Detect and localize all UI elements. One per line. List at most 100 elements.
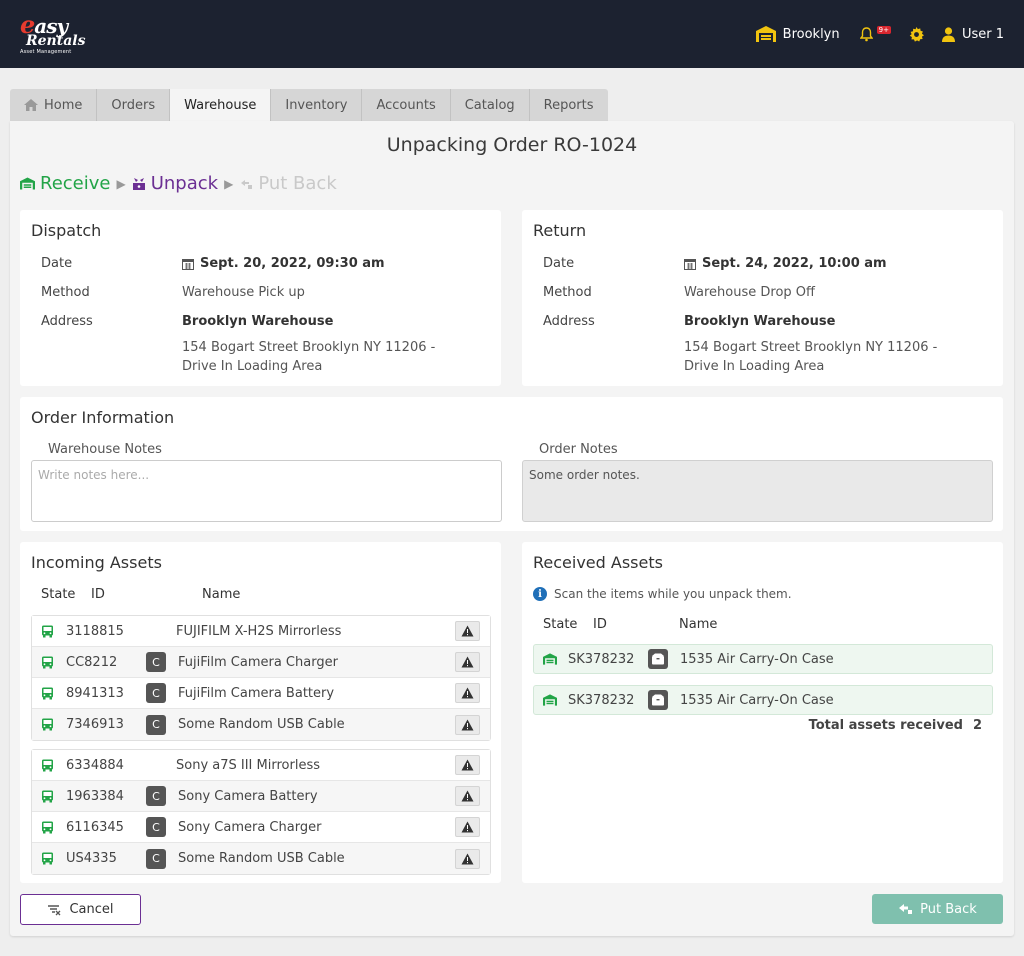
in-transit-icon [41, 656, 54, 669]
app-logo[interactable]: easy Rentals Asset Management [20, 13, 85, 55]
tab-accounts[interactable]: Accounts [362, 89, 451, 121]
return-title: Return [533, 221, 587, 240]
put-back-icon [899, 904, 913, 914]
return-method-label: Method [543, 285, 592, 300]
asset-row[interactable]: CC8212 C FujiFilm Camera Charger [32, 647, 490, 678]
report-issue-button[interactable] [455, 786, 480, 806]
tab-warehouse[interactable]: Warehouse [170, 89, 272, 121]
col-name: Name [202, 587, 241, 602]
asset-name: 1535 Air Carry-On Case [680, 651, 834, 667]
report-issue-button[interactable] [455, 652, 480, 672]
location-name: Brooklyn [782, 26, 840, 42]
notifications-button[interactable]: 9+ [859, 26, 891, 42]
step-put-back: Put Back [239, 173, 337, 194]
in-transit-icon [41, 718, 54, 731]
received-asset-row[interactable]: SK378232 1535 Air Carry-On Case [533, 644, 993, 674]
gear-icon[interactable] [909, 26, 924, 42]
warning-icon [461, 821, 474, 833]
asset-row[interactable]: 7346913 C Some Random USB Cable [32, 709, 490, 740]
step-put-back-label: Put Back [258, 173, 337, 194]
col-id: ID [91, 587, 105, 602]
cancel-button[interactable]: Cancel [20, 894, 141, 925]
asset-id: SK378232 [568, 651, 635, 667]
dispatch-date-label: Date [41, 256, 73, 271]
asset-id: 6116345 [66, 819, 124, 835]
asset-name: FujiFilm Camera Charger [178, 654, 338, 670]
asset-row[interactable]: 6334884 Sony a7S III Mirrorless [32, 750, 490, 781]
dispatch-address-line1: 154 Bogart Street Brooklyn NY 11206 - [182, 340, 436, 355]
asset-id: 1963384 [66, 788, 124, 804]
workflow-steps: Receive ▶ Unpack ▶ Put Back [20, 173, 337, 194]
report-issue-button[interactable] [455, 714, 480, 735]
tab-label: Home [44, 97, 83, 113]
warehouse-icon [20, 177, 35, 190]
component-badge: C [146, 652, 166, 672]
total-received-count: 2 [972, 718, 982, 733]
asset-row[interactable]: US4335 C Some Random USB Cable [32, 843, 490, 874]
received-asset-row[interactable]: SK378232 1535 Air Carry-On Case [533, 685, 993, 715]
step-receive[interactable]: Receive [20, 173, 110, 194]
component-badge: C [146, 848, 166, 869]
put-back-button[interactable]: Put Back [872, 894, 1003, 924]
in-transit-icon [41, 625, 54, 638]
warning-icon [461, 656, 474, 668]
component-badge: C [146, 786, 166, 806]
location-selector[interactable]: Brooklyn [755, 26, 840, 42]
dispatch-method-label: Method [41, 285, 90, 300]
asset-name: Sony Camera Charger [178, 819, 322, 835]
logo-text-rentals: Rentals [26, 33, 86, 49]
in-transit-icon [41, 790, 54, 803]
received-assets-title: Received Assets [533, 553, 663, 572]
calendar-icon [684, 258, 696, 270]
report-issue-button[interactable] [455, 621, 480, 641]
in-transit-icon [41, 759, 54, 772]
report-issue-button[interactable] [455, 817, 480, 837]
report-issue-button[interactable] [455, 755, 480, 775]
total-received-label: Total assets received [808, 718, 963, 733]
logo-subtitle: Asset Management [20, 49, 72, 55]
case-icon [648, 649, 668, 669]
page-title: Unpacking Order RO-1024 [386, 134, 638, 156]
return-date-label: Date [543, 256, 575, 271]
step-arrow-icon: ▶ [116, 176, 126, 191]
user-name: User 1 [961, 26, 1004, 42]
asset-row[interactable]: 1963384 C Sony Camera Battery [32, 781, 490, 812]
main-panel: Unpacking Order RO-1024 Receive ▶ Unpack… [10, 121, 1014, 936]
notification-badge: 9+ [876, 26, 891, 34]
return-address-line1: 154 Bogart Street Brooklyn NY 11206 - [684, 340, 938, 355]
asset-id: US4335 [66, 851, 117, 866]
tab-inventory[interactable]: Inventory [271, 89, 363, 121]
asset-row[interactable]: 6116345 C Sony Camera Charger [32, 812, 490, 843]
warehouse-icon [543, 653, 557, 665]
warehouse-notes-input[interactable]: Write notes here... [31, 460, 502, 522]
dispatch-address-line2: Drive In Loading Area [182, 359, 323, 374]
tab-reports[interactable]: Reports [529, 89, 608, 121]
bell-icon [859, 26, 873, 42]
step-unpack[interactable]: Unpack [132, 173, 218, 194]
asset-name: 1535 Air Carry-On Case [680, 692, 834, 708]
tab-home[interactable]: Home [10, 89, 98, 121]
return-address-name: Brooklyn Warehouse [684, 314, 836, 329]
asset-row[interactable]: 8941313 C FujiFilm Camera Battery [32, 678, 490, 709]
warehouse-notes-label: Warehouse Notes [48, 442, 162, 457]
dispatch-date: Sept. 20, 2022, 09:30 am [200, 256, 385, 271]
asset-id: SK378232 [568, 692, 635, 708]
asset-row[interactable]: 3118815 FUJIFILM X-H2S Mirrorless [32, 616, 490, 647]
return-card: Return Date Sept. 24, 2022, 10:00 am Met… [522, 210, 1003, 386]
warehouse-icon [543, 694, 557, 706]
asset-name: FUJIFILM X-H2S Mirrorless [176, 623, 342, 639]
asset-name: FujiFilm Camera Battery [178, 685, 335, 701]
unpack-box-icon [132, 177, 145, 190]
return-address-label: Address [543, 314, 595, 329]
asset-name: Sony Camera Battery [178, 788, 318, 804]
order-information-card: Order Information Warehouse Notes Write … [20, 397, 1003, 531]
report-issue-button[interactable] [455, 848, 480, 869]
user-icon [941, 26, 955, 42]
warning-icon [461, 759, 474, 771]
user-menu[interactable]: User 1 [941, 26, 1004, 42]
scan-instruction: Scan the items while you unpack them. [554, 587, 792, 601]
tab-orders[interactable]: Orders [97, 89, 171, 121]
tab-catalog[interactable]: Catalog [450, 89, 530, 121]
report-issue-button[interactable] [455, 683, 480, 703]
in-transit-icon [41, 821, 54, 834]
